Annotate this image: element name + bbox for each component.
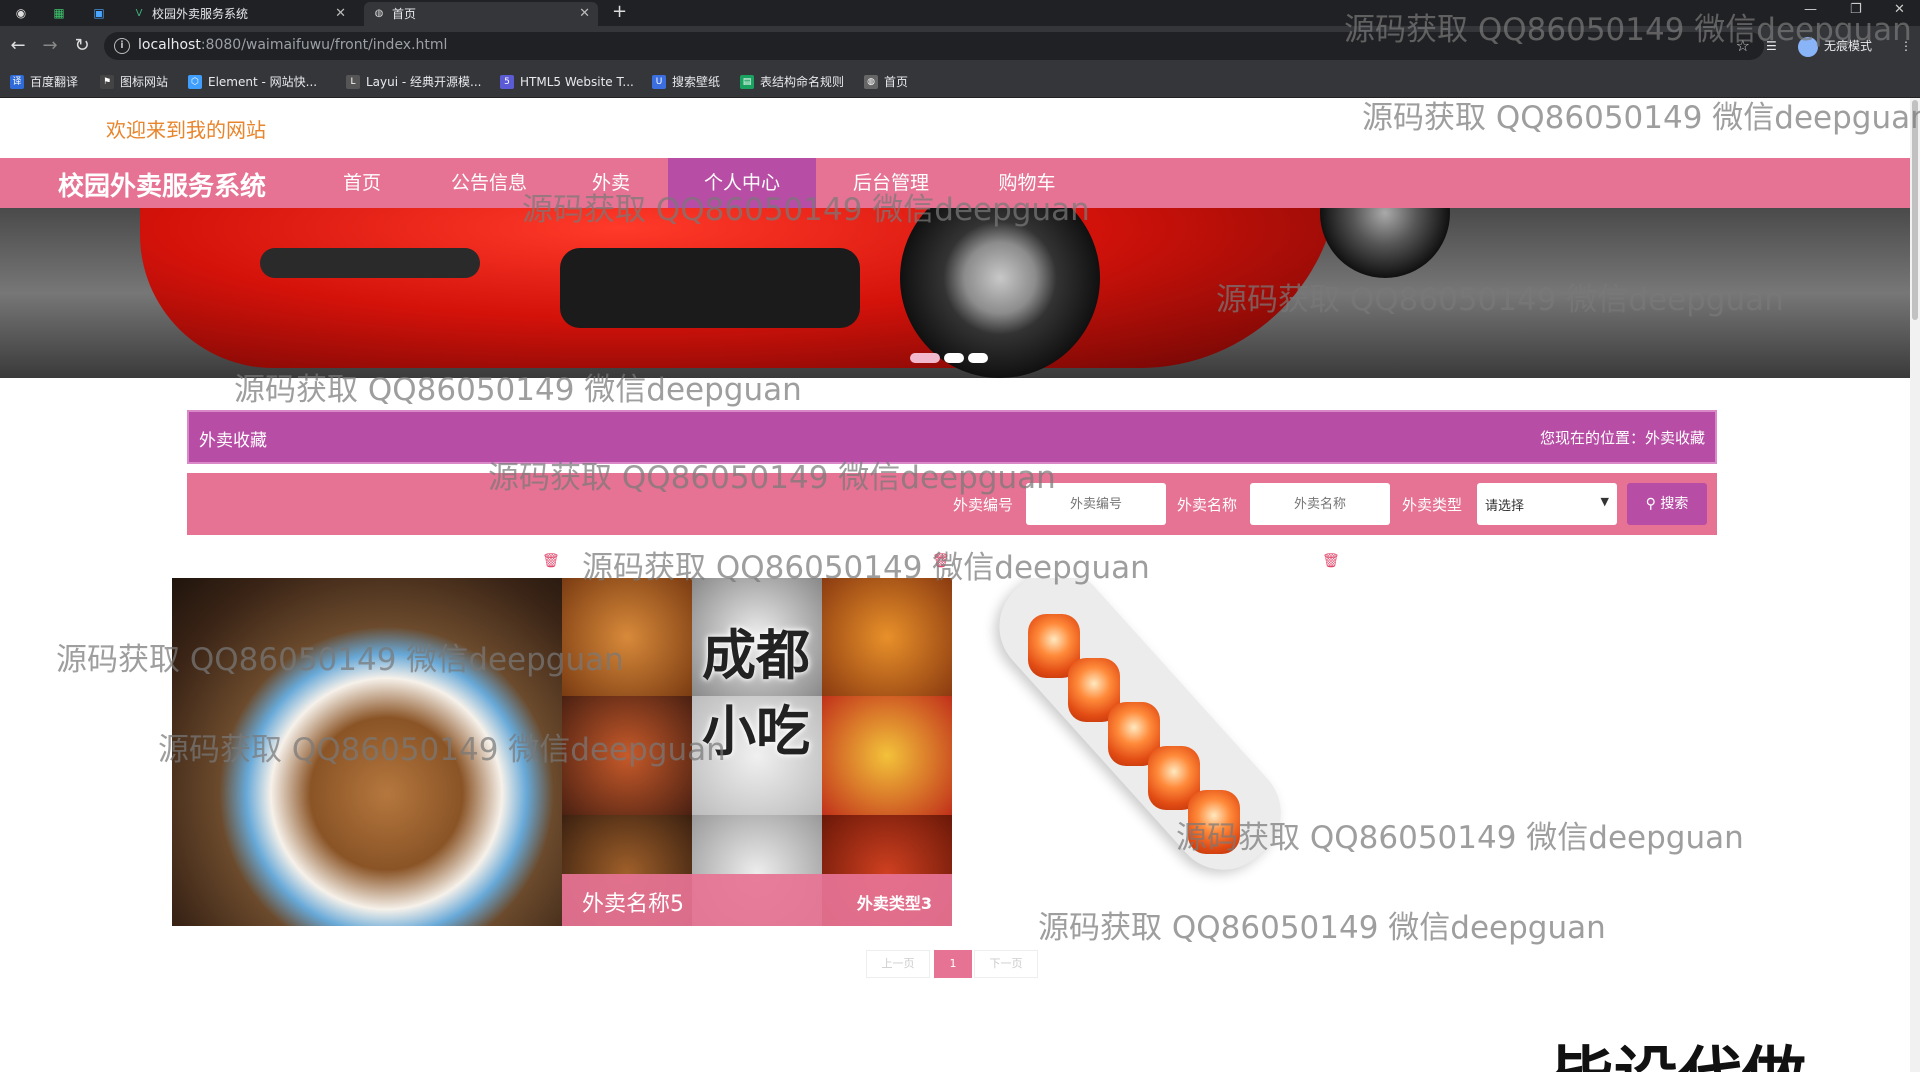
globe-favicon-icon: ◍: [374, 8, 384, 19]
wallpaper-icon: U: [652, 75, 666, 89]
bookmark-label: 搜索壁纸: [672, 75, 721, 89]
watermark: 源码获取 QQ86050149 微信deepguan: [1176, 820, 1744, 856]
nav-home[interactable]: 首页: [322, 158, 402, 208]
bookmark-item[interactable]: 译百度翻译: [10, 74, 78, 90]
translate-icon: 译: [10, 75, 24, 89]
overlay-banner-text: 毕设代做: [1550, 1026, 1806, 1072]
delete-icon[interactable]: 🗑: [542, 553, 560, 569]
bookmark-item[interactable]: ⬡ Element - 网站快...: [188, 74, 317, 90]
chevron-down-icon: ▼: [1600, 495, 1609, 508]
browser-menu-icon[interactable]: ◉: [10, 3, 32, 23]
html5-icon: 5: [500, 75, 514, 89]
bookmark-item[interactable]: 5 HTML5 Website T...: [500, 74, 634, 90]
bookmark-item[interactable]: U 搜索壁纸: [652, 74, 720, 90]
pinned-tab-sheet-icon[interactable]: ▦: [48, 3, 70, 23]
element-icon: ⬡: [188, 75, 202, 89]
flag-icon: ⚑: [100, 75, 114, 89]
bookmark-label: 首页: [884, 75, 909, 89]
welcome-text: 欢迎来到我的网站: [106, 118, 266, 142]
name-input[interactable]: [1250, 483, 1390, 525]
back-icon[interactable]: ←: [6, 34, 30, 58]
bookmark-label: Element - 网站快...: [208, 75, 318, 89]
search-icon: ⚲: [1645, 496, 1661, 512]
layui-icon: L: [346, 75, 360, 89]
bookmark-item[interactable]: ◍ 首页: [864, 74, 908, 90]
page-number-button[interactable]: 1: [934, 950, 972, 978]
page-scrollbar[interactable]: [1910, 98, 1920, 1072]
site-info-icon[interactable]: i: [114, 38, 130, 54]
tab-title: 校园外卖服务系统: [152, 7, 249, 21]
close-tab-icon[interactable]: ✕: [579, 2, 590, 26]
bookmark-label: HTML5 Website T...: [520, 75, 634, 89]
watermark: 源码获取 QQ86050149 微信deepguan: [1038, 910, 1606, 946]
carousel-dot[interactable]: [968, 353, 988, 363]
next-page-button[interactable]: 下一页: [974, 950, 1038, 978]
car-grille: [560, 248, 860, 328]
card-caption: 外卖名称5 外卖类型3: [562, 874, 952, 926]
car-headlight: [260, 248, 480, 278]
close-tab-icon[interactable]: ✕: [335, 2, 346, 26]
sushi-image: [952, 578, 1342, 926]
carousel-indicators: [910, 348, 992, 363]
url-path: :8080/waimaifuwu/front/index.html: [200, 37, 448, 53]
watermark: 源码获取 QQ86050149 微信deepguan: [56, 642, 624, 678]
bookmark-item[interactable]: L Layui - 经典开源模...: [346, 74, 481, 90]
card-name: 外卖名称5: [582, 892, 684, 917]
card-type: 外卖类型3: [856, 894, 932, 913]
watermark: 源码获取 QQ86050149 微信deepguan: [1216, 282, 1784, 318]
reload-icon[interactable]: ↻: [70, 34, 94, 58]
car-rear-wheel: [1320, 208, 1450, 278]
watermark: 源码获取 QQ86050149 微信deepguan: [1344, 12, 1912, 48]
bookmark-label: 图标网站: [120, 75, 169, 89]
watermark: 源码获取 QQ86050149 微信deepguan: [234, 372, 802, 408]
pinned-tab-tv-icon[interactable]: ▣: [88, 3, 110, 23]
bookmark-item[interactable]: ▤ 表结构命名规则: [740, 74, 844, 90]
globe-icon: ◍: [864, 75, 878, 89]
carousel-dot[interactable]: [944, 353, 964, 363]
forward-icon[interactable]: →: [38, 34, 62, 58]
tab-system[interactable]: V 校园外卖服务系统 ✕: [124, 2, 354, 26]
watermark: 源码获取 QQ86050149 微信deepguan: [488, 460, 1056, 496]
watermark: 源码获取 QQ86050149 微信deepguan: [1362, 100, 1920, 136]
search-button-label: 搜索: [1660, 496, 1689, 512]
type-label: 外卖类型: [1402, 496, 1463, 514]
type-select-value: 请选择: [1485, 499, 1525, 514]
prev-page-button[interactable]: 上一页: [866, 950, 930, 978]
new-tab-icon[interactable]: +: [612, 0, 627, 24]
vue-favicon-icon: V: [135, 8, 143, 19]
search-button[interactable]: ⚲ 搜索: [1627, 483, 1707, 525]
bookmark-item[interactable]: ⚑ 图标网站: [100, 74, 168, 90]
favorite-card[interactable]: [952, 578, 1342, 926]
name-label: 外卖名称: [1177, 496, 1238, 514]
watermark: 源码获取 QQ86050149 微信deepguan: [582, 550, 1150, 586]
watermark: 源码获取 QQ86050149 微信deepguan: [522, 192, 1090, 228]
section-title: 外卖收藏: [199, 431, 267, 451]
site-brand[interactable]: 校园外卖服务系统: [58, 166, 266, 203]
tab-home[interactable]: ◍ 首页 ✕: [364, 2, 598, 26]
bookmark-label: 百度翻译: [30, 75, 79, 89]
watermark: 源码获取 QQ86050149 微信deepguan: [158, 732, 726, 768]
breadcrumb: 您现在的位置：外卖收藏: [1539, 429, 1705, 447]
url-host: localhost: [138, 37, 201, 53]
code-label: 外卖编号: [953, 496, 1014, 514]
tab-title: 首页: [392, 7, 417, 21]
bookmark-label: 表结构命名规则: [760, 75, 845, 89]
carousel-dot[interactable]: [910, 353, 940, 363]
sheet-icon: ▤: [740, 75, 754, 89]
delete-icon[interactable]: 🗑: [1322, 553, 1340, 569]
bookmark-label: Layui - 经典开源模...: [366, 75, 482, 89]
type-select[interactable]: 请选择 ▼: [1477, 483, 1617, 525]
